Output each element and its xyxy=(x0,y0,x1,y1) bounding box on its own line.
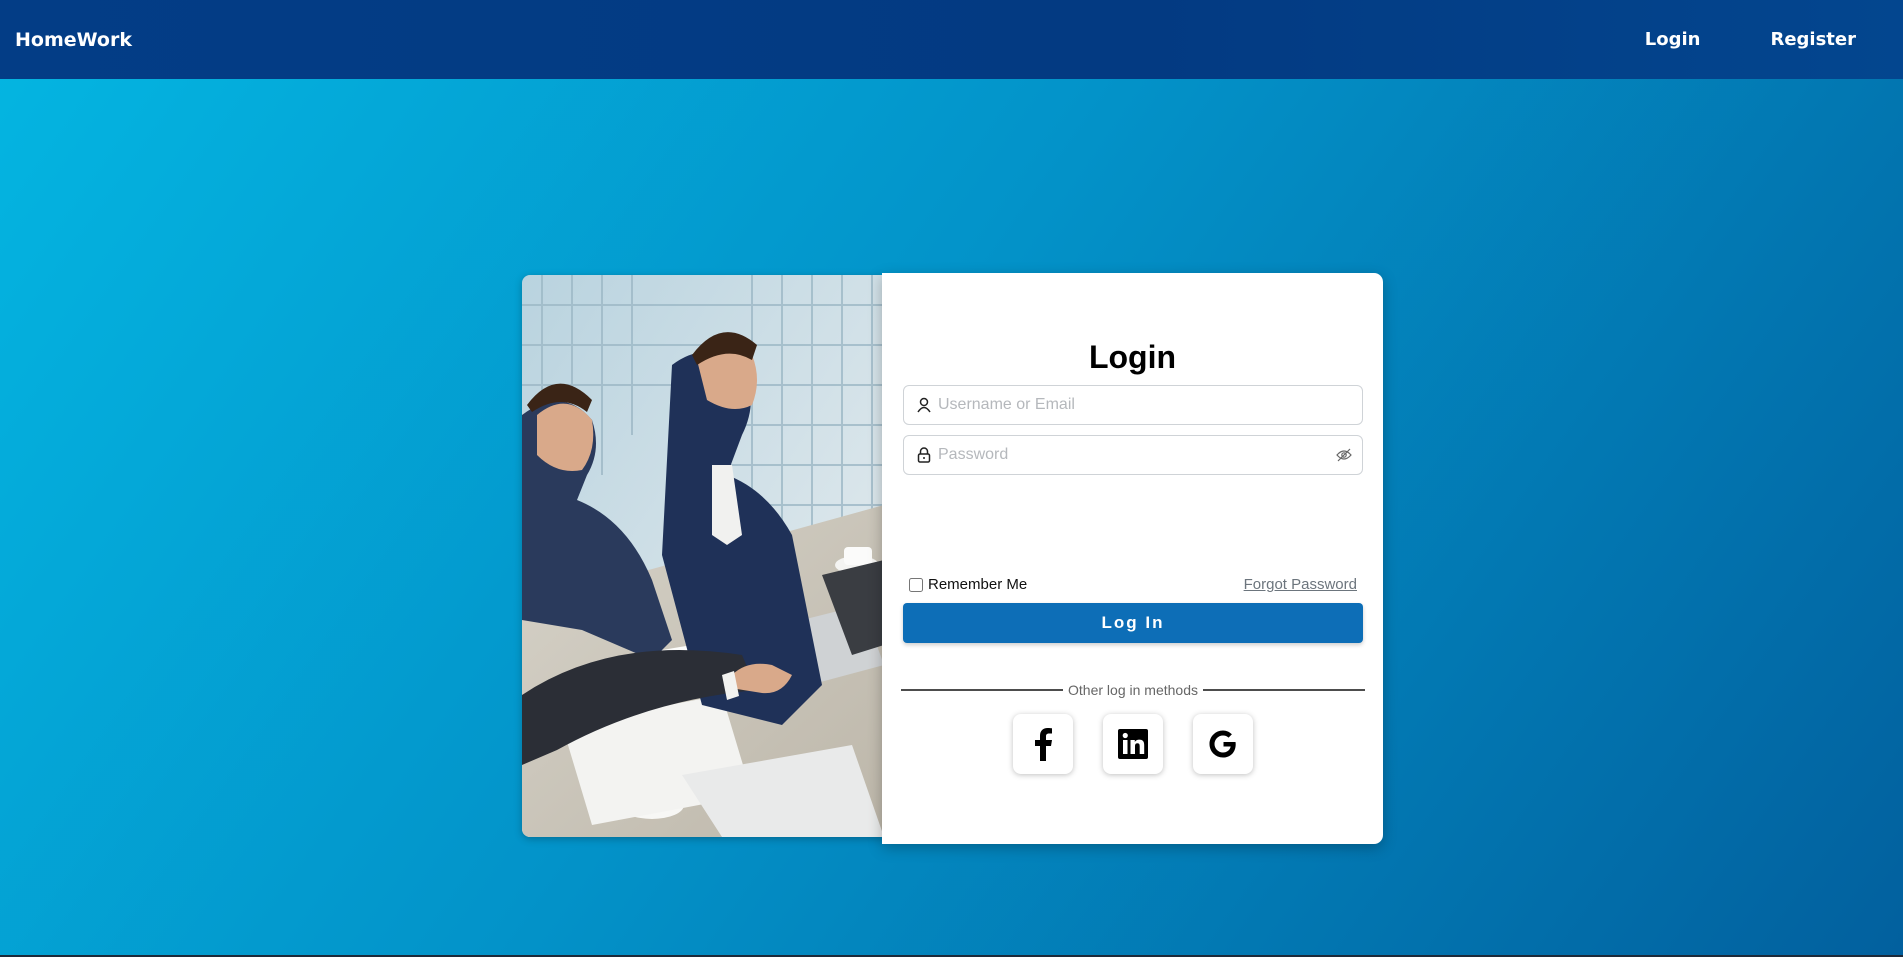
username-field[interactable] xyxy=(903,385,1363,425)
username-input[interactable] xyxy=(938,396,1352,414)
nav-links: Login Register xyxy=(1609,29,1888,50)
google-icon xyxy=(1209,730,1236,758)
remember-me[interactable]: Remember Me xyxy=(909,576,1027,593)
other-methods-label: Other log in methods xyxy=(1068,682,1198,698)
brand-logo-text[interactable]: HomeWork xyxy=(15,29,132,51)
office-meeting-photo xyxy=(522,275,884,837)
facebook-icon xyxy=(1034,728,1052,761)
remember-row: Remember Me Forgot Password xyxy=(909,576,1357,593)
top-navbar: HomeWork Login Register xyxy=(0,0,1903,79)
remember-me-label: Remember Me xyxy=(928,576,1028,593)
remember-me-checkbox[interactable] xyxy=(909,577,923,592)
lock-icon xyxy=(916,447,932,463)
google-login-button[interactable] xyxy=(1192,714,1253,774)
login-title: Login xyxy=(1088,339,1177,375)
nav-register-link[interactable]: Register xyxy=(1734,29,1888,50)
password-field[interactable] xyxy=(903,435,1363,475)
social-login-row xyxy=(882,714,1383,774)
divider-line-right xyxy=(1202,689,1365,691)
password-input[interactable] xyxy=(938,446,1336,464)
forgot-password-link[interactable]: Forgot Password xyxy=(1244,576,1357,593)
linkedin-login-button[interactable] xyxy=(1102,714,1163,774)
eye-slash-icon[interactable] xyxy=(1336,447,1352,463)
log-in-button[interactable]: Log In xyxy=(903,603,1363,643)
divider-line-left xyxy=(901,689,1064,691)
user-icon xyxy=(916,397,932,413)
meeting-illustration xyxy=(522,275,884,837)
other-methods-divider: Other log in methods xyxy=(901,682,1365,698)
nav-login-link[interactable]: Login xyxy=(1609,29,1735,50)
linkedin-icon xyxy=(1117,729,1148,759)
facebook-login-button[interactable] xyxy=(1012,714,1073,774)
login-card: Login Reme xyxy=(882,273,1383,844)
